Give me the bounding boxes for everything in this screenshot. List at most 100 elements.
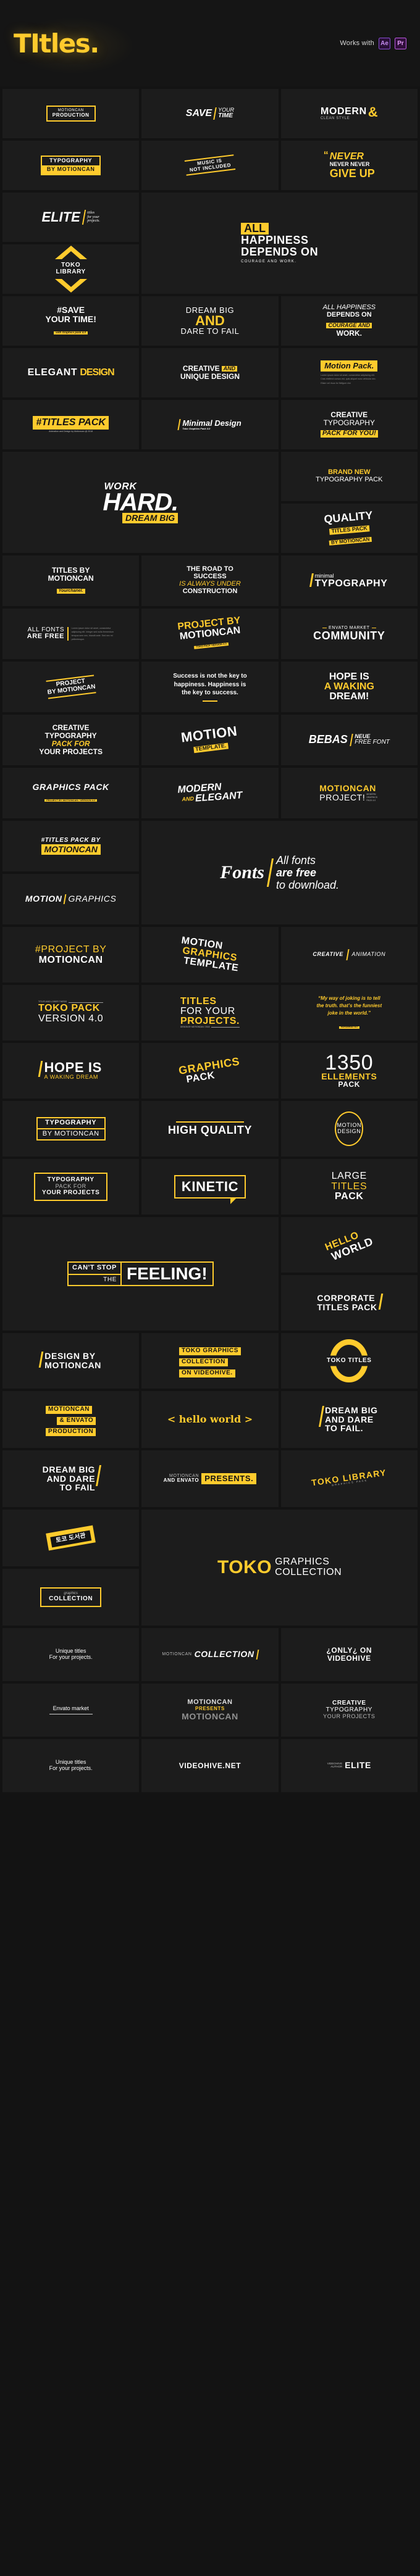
tile-typography-by-motioncan-outline[interactable]: TYPOGRAPHY BY MOTIONCAN (2, 1101, 140, 1157)
tile-line: PACK FOR YOU! (320, 430, 378, 438)
tile-envato-market[interactable]: Envato market (2, 1684, 140, 1737)
tile-dream-big-dare-fail-left[interactable]: DREAM BIG AND DARE TO FAIL. (280, 1391, 418, 1448)
tile-elite-titles[interactable]: ELITE titles for your projects. (2, 193, 140, 242)
tile-save-your-time[interactable]: SAVE YOUR TIME (141, 89, 279, 138)
tile-motioncan-envato-production[interactable]: MOTIONCAN & ENVATO PRODUCTION (2, 1391, 140, 1448)
tile-typography-pack-for-projects[interactable]: TYPOGRAPHY PACK FOR YOUR PROJECTS (2, 1159, 140, 1215)
tile-elegant-design[interactable]: ELEGANT DESIGN (2, 348, 140, 397)
tile-cant-stop-the-feeling[interactable]: CAN'T STOP THE FEELING! (2, 1217, 279, 1331)
tile-project-by-motioncan-stripes[interactable]: PROJECT BY MOTIONCAN (2, 662, 140, 712)
tile-line: TO FAIL. (325, 1423, 364, 1434)
tile-videohive-net[interactable]: VIDEOHIVE.NET (141, 1739, 279, 1792)
tile-quality-titles-pack[interactable]: QUALITY TITLES PACK BY MOTIONCAN (280, 504, 418, 553)
tile-hello-world-script[interactable]: < hello world > (141, 1391, 279, 1448)
tile-corporate-titles-pack[interactable]: CORPORATE TITLES PACK (280, 1275, 418, 1331)
tile-music-not-included[interactable]: MUSIC IS NOT INCLUDED (141, 141, 279, 190)
tile-brand-new-typography-pack[interactable]: BRAND NEW TYPOGRAPHY PACK (280, 452, 418, 501)
tile-dream-big-dare-fail-right[interactable]: DREAM BIG AND DARE TO FAIL (2, 1450, 140, 1507)
tile-line: ALL (241, 222, 269, 235)
tile-toko-korean[interactable]: 토코 도서관 (2, 1510, 140, 1566)
tile-typography-by-motioncan[interactable]: TYPOGRAPHY BY MOTIONCAN (2, 141, 140, 190)
tile-toko-pack-version[interactable]: TITLES AND LOWER THIRDS TOKO PACK VERSIO… (2, 985, 140, 1041)
tile-motion-pack[interactable]: Motion Pack. Lorem ipsum dolor sit amet,… (280, 348, 418, 397)
tile-creative-typography-your-projects[interactable]: CREATIVE TYPOGRAPHY YOUR PROJECTS (280, 1684, 418, 1737)
tile-graphics-collection-frame[interactable]: graphics COLLECTION (2, 1569, 140, 1626)
divider-icon (378, 1294, 383, 1310)
tile-all-fonts-are-free[interactable]: ALL FONTS ARE FREE Lorem ipsum dolor sit… (2, 609, 140, 659)
tile-line: #TITLES PACK BY (41, 836, 101, 844)
tile-line: MOTIONCAN (41, 844, 101, 855)
tile-line: DESIGN (80, 367, 114, 378)
tile-bebas-neue-free-font[interactable]: BEBAS NEUE FREE FONT (280, 715, 418, 765)
tile-all-happiness-depends[interactable]: ALL HAPPINESS DEPENDS ON COURAGE AND WOR… (141, 193, 418, 294)
tile-envato-market-community[interactable]: ENVATO MARKET COMMUNITY (280, 609, 418, 659)
tile-line: AND ENVATO (163, 1477, 200, 1484)
tile-line: TYPOGRAPHY (323, 418, 375, 428)
tile-motion-graphics-template[interactable]: MOTION GRAPHICS TEMPLATE (141, 927, 279, 983)
tile-titles-by-motioncan[interactable]: TITLES BY MOTIONCAN Yourchanel. (2, 555, 140, 606)
tile-creative-typography-pack[interactable]: CREATIVE TYPOGRAPHY PACK FOR YOU! (280, 400, 418, 449)
tile-creative-unique-design[interactable]: CREATIVE AND UNIQUE DESIGN (141, 348, 279, 397)
tile-motioncan-collection[interactable]: MOTIONCAN COLLECTION (141, 1628, 279, 1681)
tile-unique-titles-1[interactable]: Unique titles For your projects. (2, 1628, 140, 1681)
tile-dream-big-and-dare[interactable]: DREAM BIG AND DARE TO FAIL (141, 296, 279, 346)
tile-line: GRAPHICS PACK (32, 781, 109, 792)
tile-project-by-motioncan-tilt[interactable]: PROJECT BY MOTIONCAN TOKO PACK VERSION 4… (141, 609, 279, 659)
tile-graphics-pack-tilt[interactable]: GRAPHICS PACK (141, 1043, 279, 1099)
tile-all-happiness-courage[interactable]: ALL HAPPINESS DEPENDS ON COURAGE AND WOR… (280, 296, 418, 346)
tile-production[interactable]: MOTIONCAN PRODUCTION (2, 89, 140, 138)
tile-line: PRODUCTION (52, 112, 90, 118)
tile-design-by-motioncan[interactable]: DESIGN BY MOTIONCAN (2, 1333, 140, 1389)
tile-toko-library[interactable]: TOKO LIBRARY (2, 244, 140, 294)
tile-creative-typography-projects[interactable]: CREATIVE TYPOGRAPHY PACK FOR YOUR PROJEC… (2, 715, 140, 765)
tile-motioncan-project[interactable]: MOTIONCAN PROJECT! MODERN GRAPHICS PACK … (280, 768, 418, 818)
tile-work-hard-dream-big[interactable]: WORK HARD. DREAM BIG (2, 452, 279, 553)
tile-line: COLLECTION (194, 1649, 254, 1660)
tile-muhammad-ali-quote[interactable]: “My way of joking is to tell the truth. … (280, 985, 418, 1041)
tile-save-your-time-hash[interactable]: #SAVE YOUR TIME! with Graphics pack 4.0 (2, 296, 140, 346)
tile-titles-pack-hash[interactable]: #TITLES PACK Animation and Design by Mot… (2, 400, 140, 449)
tile-motioncan-presents-big[interactable]: MOTIONCAN PRESENTS MOTIONCAN (141, 1684, 279, 1737)
tile-success-key-happiness[interactable]: Success is not the key to happiness. Hap… (141, 662, 279, 712)
tile-toko-graphics-collection-big[interactable]: TOKO GRAPHICS COLLECTION (141, 1510, 418, 1626)
tile-line: YOUR TIME! (45, 314, 96, 325)
tile-graphics-pack[interactable]: GRAPHICS PACK PROJECT BY MOTIONCAN / VER… (2, 768, 140, 818)
tile-toko-titles-ring[interactable]: TOKO TITLES (280, 1333, 418, 1389)
tile-toko-library-graphics-pack[interactable]: TOKO LIBRARY GRAPHICS PACK (280, 1450, 418, 1507)
tile-hope-is-waking-dream-bar[interactable]: HOPE IS A WAKING DREAM (2, 1043, 140, 1099)
tile-motioncan-envato-presents[interactable]: MOTIONCAN AND ENVATO PRESENTS. (141, 1450, 279, 1507)
tile-motion-graphics[interactable]: MOTION GRAPHICS (2, 874, 140, 924)
tile-line: Motion Pack. (321, 360, 378, 372)
tile-minimal-design[interactable]: Minimal Design Toko Graphics Pack 4.0 (141, 400, 279, 449)
tile-road-to-success[interactable]: THE ROAD TO SUCCESS IS ALWAYS UNDER CONS… (141, 555, 279, 606)
tile-fonts-all-free[interactable]: Fonts All fonts are free to download. (141, 821, 418, 924)
tile-line: ELITE (41, 209, 80, 225)
tile-unique-titles-2[interactable]: Unique titles For your projects. (2, 1739, 140, 1792)
tile-large-titles-pack[interactable]: LARGE TITLES PACK (280, 1159, 418, 1215)
tile-videohive-elite[interactable]: VIDEOHIVE AUTHOR ELITE (280, 1739, 418, 1792)
tile-minimal-typography[interactable]: minimal TYPOGRAPHY (280, 555, 418, 606)
tile-titles-for-your-projects[interactable]: TITLES FOR YOUR PROJECTS. DESIGN BY MOTI… (141, 985, 279, 1041)
tile-creative-animation[interactable]: CREATIVE ANIMATION (280, 927, 418, 983)
tile-line: BY MOTIONCAN (329, 536, 372, 546)
tile-only-on-videohive[interactable]: ¿ONLY¿ ON VIDEOHIVE (280, 1628, 418, 1681)
tile-modern-clean-style[interactable]: MODERN CLEAN STYLE & (280, 89, 418, 138)
tile-toko-graphics-collection[interactable]: TOKO GRAPHICS COLLECTION ON VIDEOHIVE. (141, 1333, 279, 1389)
tile-modern-and-elegant[interactable]: MODERN AND ELEGANT (141, 768, 279, 818)
tile-line: MOTIONCAN (187, 1698, 233, 1706)
tile-motion-design-oval[interactable]: MOTION DESIGN (280, 1101, 418, 1157)
tile-line: FREE FONT (355, 739, 390, 746)
tile-high-quality[interactable]: HIGH QUALITY (141, 1101, 279, 1157)
tile-hope-is-waking-dream[interactable]: HOPE IS A WAKING DREAM! (280, 662, 418, 712)
tile-line: < hello world > (167, 1413, 253, 1426)
tile-project-by-motioncan-hash[interactable]: #PROJECT BY MOTIONCAN (2, 927, 140, 983)
tile-line: AUTHOR (330, 1764, 343, 1768)
tile-titles-pack-by-motioncan[interactable]: #TITLES PACK BY MOTIONCAN (2, 821, 140, 871)
tile-motion-template[interactable]: MOTION TEMPLATE. (141, 715, 279, 765)
tile-never-give-up[interactable]: “ NEVER NEVER NEVER GIVE UP (280, 141, 418, 190)
tile-kinetic[interactable]: KINETIC (141, 1159, 279, 1215)
divider-icon (82, 210, 86, 225)
divider-icon (39, 1352, 44, 1368)
tile-1350-ellements-pack[interactable]: 1350 ELLEMENTS PACK (280, 1043, 418, 1099)
tile-hello-world-tilt[interactable]: HELLO WORLD (280, 1217, 418, 1273)
